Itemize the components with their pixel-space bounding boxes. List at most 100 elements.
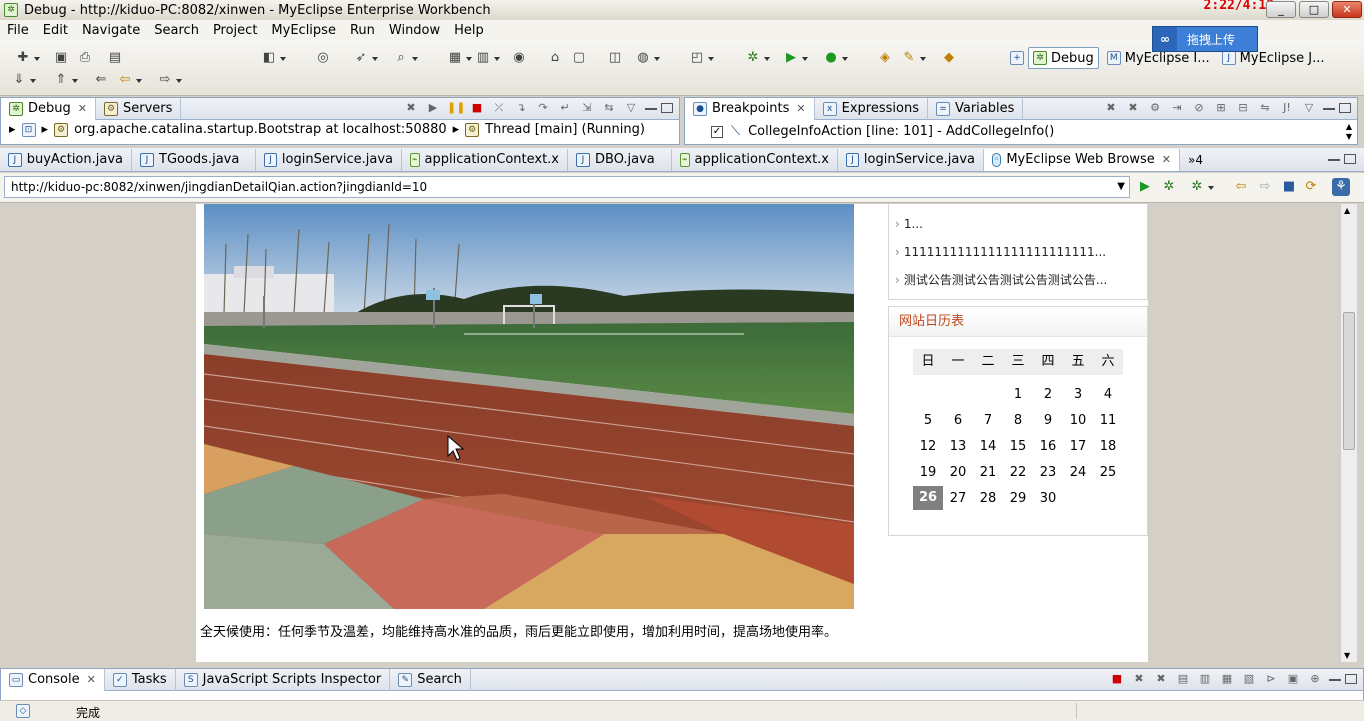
tabs-overflow[interactable]: »4 <box>1188 153 1203 167</box>
tab-tasks[interactable]: ✓ Tasks <box>105 668 176 691</box>
skip-all-icon[interactable]: ⊘ <box>1191 100 1207 116</box>
scroll-up-icon[interactable]: ▲ <box>1344 206 1350 215</box>
collapse-all-icon[interactable]: ⊟ <box>1235 100 1251 116</box>
close-tab-icon[interactable]: ✕ <box>87 673 96 686</box>
editor-tab[interactable]: ⌁ applicationContext.x <box>672 148 838 171</box>
step-into-icon[interactable]: ↴ <box>513 100 529 116</box>
web-browser-icon[interactable]: ◉ <box>510 49 528 67</box>
goto-file-icon[interactable]: ⇥ <box>1169 100 1185 116</box>
view-minmax[interactable] <box>645 103 673 113</box>
pin-icon[interactable]: ✎ <box>900 49 926 67</box>
display-console-icon[interactable]: ▣ <box>1285 671 1301 687</box>
close-tab-icon[interactable]: ✕ <box>78 102 87 115</box>
close-tab-icon[interactable]: ✕ <box>796 102 805 115</box>
show-on-error-icon[interactable]: ▧ <box>1241 671 1257 687</box>
pin-console-icon[interactable]: ⊳ <box>1263 671 1279 687</box>
suspend-icon[interactable]: ❚❚ <box>447 100 465 116</box>
menu-help[interactable]: Help <box>447 23 491 38</box>
url-dropdown-icon[interactable]: ▼ <box>1117 177 1125 197</box>
tab-breakpoints[interactable]: ● Breakpoints ✕ <box>685 97 815 120</box>
menu-navigate[interactable]: Navigate <box>75 23 147 38</box>
last-edit-icon[interactable]: ⇐ <box>92 71 110 89</box>
editor-tab[interactable]: J TGoods.java <box>132 148 256 171</box>
db-icon[interactable]: ▢ <box>570 49 588 67</box>
tab-expressions[interactable]: x Expressions <box>815 97 928 120</box>
back-icon[interactable]: ⇦ <box>116 71 142 89</box>
debug-run-icon[interactable]: ✲ <box>744 49 770 67</box>
debug-tree-row[interactable]: ▸ ⊡ ▸ ⚙ org.apache.catalina.startup.Boot… <box>9 122 645 137</box>
view-minmax[interactable] <box>1329 674 1357 684</box>
step-over-icon[interactable]: ↷ <box>535 100 551 116</box>
remove-breakpoint-icon[interactable]: ✖ <box>1103 100 1119 116</box>
editor-tab[interactable]: JbuyAction.java <box>0 148 132 171</box>
back-nav-icon[interactable]: ⇦ <box>1232 178 1250 196</box>
drop-frame-icon[interactable]: ⇲ <box>579 100 595 116</box>
close-tab-icon[interactable]: ✕ <box>1162 153 1171 166</box>
close-button[interactable]: ✕ <box>1332 1 1362 18</box>
search-icon[interactable]: ⌕ <box>392 49 418 67</box>
lock-icon[interactable]: ⌂ <box>546 49 564 67</box>
browser-scrollbar[interactable]: ▲ ▼ <box>1340 204 1357 662</box>
menu-window[interactable]: Window <box>382 23 447 38</box>
editor-tab[interactable]: J DBO.java <box>568 148 672 171</box>
maximize-button[interactable]: □ <box>1299 1 1329 18</box>
debug-page-icon[interactable]: ✲ <box>1160 178 1178 196</box>
run-icon[interactable]: ▶ <box>782 49 808 67</box>
editor-tab-active[interactable]: ◦ MyEclipse Web Browse ✕ <box>984 148 1180 171</box>
tool-icon[interactable]: ▥ <box>474 49 500 67</box>
forward-nav-icon[interactable]: ⇨ <box>1256 178 1274 196</box>
step-return-icon[interactable]: ↵ <box>557 100 573 116</box>
perspective-debug[interactable]: ✲ Debug <box>1028 47 1099 69</box>
scroll-lock-icon[interactable]: ▥ <box>1197 671 1213 687</box>
next-annotation-icon[interactable]: ⇓ <box>10 71 36 89</box>
resume-icon[interactable]: ▶ <box>425 100 441 116</box>
new-project-icon[interactable]: ◧ <box>260 49 286 67</box>
use-step-filters-icon[interactable]: ⇆ <box>601 100 617 116</box>
forward-icon[interactable]: ⇨ <box>156 71 182 89</box>
terminate-console-icon[interactable]: ■ <box>1109 671 1125 687</box>
breakpoint-checkbox[interactable]: ✓ <box>711 125 723 138</box>
open-console-icon[interactable]: ⊕ <box>1307 671 1323 687</box>
menu-run[interactable]: Run <box>343 23 382 38</box>
open-type-icon[interactable]: ◈ <box>876 49 894 67</box>
folder-icon[interactable]: ◆ <box>940 49 958 67</box>
minimize-button[interactable]: _ <box>1266 1 1296 18</box>
deploy-icon[interactable]: ➶ <box>352 49 378 67</box>
external-run-icon[interactable]: ● <box>822 49 848 67</box>
remove-launch-icon[interactable]: ✖ <box>403 100 419 116</box>
run-page-icon[interactable]: ✲ <box>1188 178 1214 196</box>
binary-icon[interactable]: ▤ <box>106 49 124 67</box>
scroll-thumb[interactable] <box>1343 312 1355 450</box>
breakpoint-scroll[interactable]: ▲ ▼ <box>1343 122 1355 144</box>
task-icon[interactable]: ◫ <box>606 49 624 67</box>
upload-widget[interactable]: ∞ 拖拽上传 <box>1152 26 1258 52</box>
remove-launch-icon[interactable]: ✖ <box>1131 671 1147 687</box>
menu-myeclipse[interactable]: MyEclipse <box>264 23 343 38</box>
save-icon[interactable]: ▣ <box>52 49 70 67</box>
news-link[interactable]: 1... <box>895 217 923 231</box>
news-link[interactable]: 1111111111111111111111111... <box>895 245 1106 259</box>
remove-all-icon[interactable]: ✖ <box>1125 100 1141 116</box>
tab-servers[interactable]: ⚙ Servers <box>96 97 182 120</box>
prev-annotation-icon[interactable]: ⇑ <box>52 71 78 89</box>
external-tools-icon[interactable]: ◍ <box>634 49 660 67</box>
editor-tab[interactable]: JloginService.java <box>838 148 984 171</box>
disconnect-icon[interactable]: ⤫ <box>491 100 507 116</box>
exception-breakpoint-icon[interactable]: J! <box>1279 100 1295 116</box>
expand-icon[interactable]: ▸ <box>453 122 460 137</box>
open-perspective-icon[interactable]: + <box>1010 51 1024 65</box>
menu-search[interactable]: Search <box>147 23 206 38</box>
menu-file[interactable]: File <box>0 23 36 38</box>
view-menu-icon[interactable]: ▽ <box>1301 100 1317 116</box>
editor-minmax[interactable] <box>1328 154 1356 164</box>
go-icon[interactable]: ▶ <box>1136 178 1154 196</box>
link-icon[interactable]: ⇋ <box>1257 100 1273 116</box>
refresh-icon[interactable]: ⟳ <box>1302 178 1320 196</box>
view-minmax[interactable] <box>1323 103 1351 113</box>
show-on-output-icon[interactable]: ▦ <box>1219 671 1235 687</box>
tab-variables[interactable]: = Variables <box>928 97 1024 120</box>
expand-icon[interactable]: ▸ <box>42 122 49 137</box>
print-icon[interactable]: ⎙ <box>76 49 94 67</box>
expand-all-icon[interactable]: ⊞ <box>1213 100 1229 116</box>
url-input[interactable]: http://kiduo-pc:8082/xinwen/jingdianDeta… <box>4 176 1130 198</box>
